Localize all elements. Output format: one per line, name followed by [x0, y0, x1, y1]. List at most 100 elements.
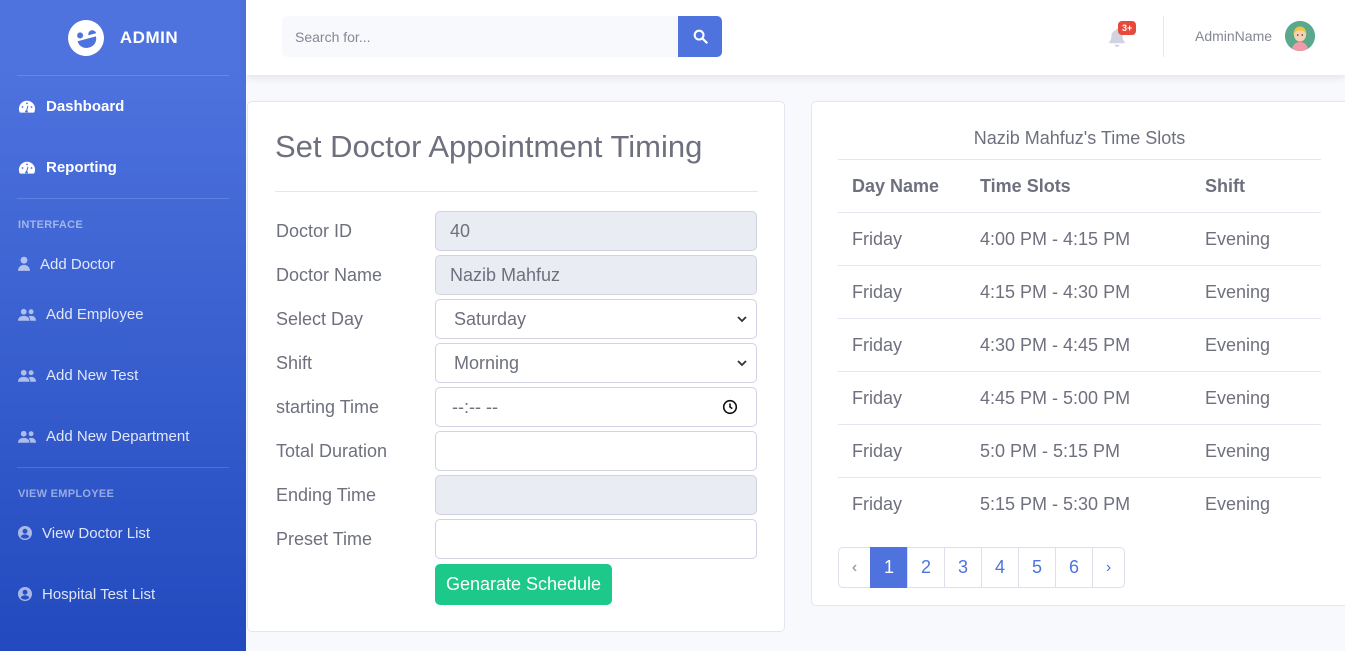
- cell-time-slot: 4:15 PM - 4:30 PM: [980, 265, 1205, 319]
- doctor-id-label: Doctor ID: [276, 221, 353, 241]
- preset-time-input[interactable]: [435, 519, 757, 559]
- cell-shift: Evening: [1205, 318, 1321, 372]
- sidebar-item-add-doctor[interactable]: Add Doctor: [0, 244, 246, 284]
- cell-time-slot: 4:30 PM - 4:45 PM: [980, 318, 1205, 372]
- search-input[interactable]: [282, 16, 678, 57]
- appointment-form-card: Set Doctor Appointment Timing Doctor ID …: [247, 101, 785, 632]
- laugh-wink-icon: [63, 15, 108, 60]
- sidebar-heading-interface: INTERFACE: [18, 219, 84, 231]
- cell-day: Friday: [838, 424, 980, 478]
- sidebar-heading-view-employee: VIEW EMPLOYEE: [18, 488, 115, 500]
- pagination-prev[interactable]: ‹: [838, 547, 871, 588]
- table-row: Friday 4:15 PM - 4:30 PM Evening: [838, 265, 1321, 319]
- sidebar-item-label: Add Employee: [46, 306, 144, 323]
- form-row-starting-time: starting Time --:-- --: [275, 387, 758, 427]
- sidebar-item-label: Add New Test: [46, 367, 139, 384]
- avatar[interactable]: [1285, 21, 1315, 51]
- chevron-down-icon: [737, 316, 747, 323]
- pagination-next[interactable]: ›: [1092, 547, 1125, 588]
- shift-dropdown[interactable]: Morning: [435, 343, 757, 383]
- sidebar-item-label: View Doctor List: [42, 524, 151, 542]
- starting-time-label: starting Time: [276, 397, 380, 417]
- cell-time-slot: 5:15 PM - 5:30 PM: [980, 477, 1205, 531]
- sidebar-item-hospital-test-list[interactable]: Hospital Test List: [0, 574, 246, 614]
- cell-shift: Evening: [1205, 212, 1321, 266]
- table-row: Friday 4:00 PM - 4:15 PM Evening: [838, 212, 1321, 266]
- pagination-page-2[interactable]: 2: [907, 547, 945, 588]
- search-button[interactable]: [678, 16, 722, 57]
- chevron-down-icon: [737, 360, 747, 367]
- table-row: Friday 5:0 PM - 5:15 PM Evening: [838, 424, 1321, 478]
- cell-day: Friday: [838, 477, 980, 531]
- ending-time-field: [435, 475, 757, 515]
- cell-time-slot: 4:45 PM - 5:00 PM: [980, 371, 1205, 425]
- table-row: Friday 5:15 PM - 5:30 PM Evening: [838, 477, 1321, 531]
- topbar-divider: [1163, 16, 1164, 57]
- tachometer-icon: [18, 159, 36, 177]
- brand-name: ADMIN: [119, 27, 179, 47]
- form-row-doctor-name: Doctor Name Nazib Mahfuz: [275, 255, 758, 295]
- sidebar: ADMIN Dashboard Reporting INTERFACE Add …: [0, 0, 246, 651]
- search-form: [282, 16, 722, 57]
- preset-time-label: Preset Time: [276, 529, 373, 549]
- select-day-dropdown[interactable]: Saturday: [435, 299, 757, 339]
- time-slots-card: Nazib Mahfuz's Time Slots Day Name Time …: [811, 101, 1345, 606]
- cell-day: Friday: [838, 265, 980, 319]
- topbar: 3+ AdminName: [246, 0, 1345, 75]
- table-row: Friday 4:30 PM - 4:45 PM Evening: [838, 318, 1321, 372]
- form-divider: [275, 191, 758, 192]
- column-header-time-slots: Time Slots: [980, 159, 1205, 213]
- doctor-id-field: 40: [435, 211, 757, 251]
- pagination-page-6[interactable]: 6: [1055, 547, 1093, 588]
- sidebar-item-reporting[interactable]: Reporting: [0, 137, 246, 198]
- sidebar-item-label: Reporting: [46, 159, 117, 176]
- pagination-page-3[interactable]: 3: [944, 547, 982, 588]
- cell-shift: Evening: [1205, 371, 1321, 425]
- select-day-value: Saturday: [454, 308, 527, 329]
- users-icon: [18, 367, 36, 385]
- cell-day: Friday: [838, 371, 980, 425]
- form-row-doctor-id: Doctor ID 40: [275, 211, 758, 251]
- column-header-shift: Shift: [1205, 159, 1321, 213]
- clock-icon[interactable]: [722, 399, 738, 415]
- page-title: Set Doctor Appointment Timing: [275, 129, 703, 164]
- sidebar-brand[interactable]: ADMIN: [0, 0, 246, 75]
- sidebar-item-label: Hospital Test List: [42, 585, 156, 603]
- user-circle-icon: [18, 585, 32, 603]
- sidebar-item-view-doctor-list[interactable]: View Doctor List: [0, 513, 246, 553]
- doctor-name-field: Nazib Mahfuz: [435, 255, 757, 295]
- cell-shift: Evening: [1205, 265, 1321, 319]
- table-header-row: Day Name Time Slots Shift: [838, 159, 1321, 213]
- pagination-page-5[interactable]: 5: [1018, 547, 1056, 588]
- total-duration-label: Total Duration: [276, 441, 388, 461]
- form-row-select-day: Select Day Saturday: [275, 299, 758, 339]
- cell-day: Friday: [838, 318, 980, 372]
- cell-time-slot: 5:0 PM - 5:15 PM: [980, 424, 1205, 478]
- cell-day: Friday: [838, 212, 980, 266]
- form-row-ending-time: Ending Time: [275, 475, 758, 515]
- form-row-shift: Shift Morning: [275, 343, 758, 383]
- cell-time-slot: 4:00 PM - 4:15 PM: [980, 212, 1205, 266]
- ending-time-label: Ending Time: [276, 485, 377, 505]
- generate-schedule-button[interactable]: Genarate Schedule: [435, 564, 612, 605]
- sidebar-item-dashboard[interactable]: Dashboard: [0, 76, 246, 137]
- starting-time-input[interactable]: --:-- --: [435, 387, 757, 427]
- sidebar-item-add-new-test[interactable]: Add New Test: [0, 345, 246, 406]
- sidebar-item-label: Add New Department: [46, 428, 190, 445]
- total-duration-input[interactable]: [435, 431, 757, 471]
- sidebar-item-add-new-department[interactable]: Add New Department: [0, 406, 246, 467]
- alerts-count-badge: 3+: [1118, 21, 1137, 35]
- table-caption: Nazib Mahfuz's Time Slots: [973, 128, 1186, 148]
- user-name[interactable]: AdminName: [1195, 28, 1272, 44]
- users-icon: [18, 306, 36, 324]
- table-row: Friday 4:45 PM - 5:00 PM Evening: [838, 371, 1321, 425]
- users-icon: [18, 428, 36, 446]
- doctor-name-label: Doctor Name: [276, 265, 383, 285]
- shift-value: Morning: [454, 352, 520, 373]
- pagination-page-4[interactable]: 4: [981, 547, 1019, 588]
- sidebar-item-add-employee[interactable]: Add Employee: [0, 284, 246, 345]
- cell-shift: Evening: [1205, 477, 1321, 531]
- pagination-page-1[interactable]: 1: [870, 547, 908, 588]
- cell-shift: Evening: [1205, 424, 1321, 478]
- column-header-day-name: Day Name: [838, 159, 980, 213]
